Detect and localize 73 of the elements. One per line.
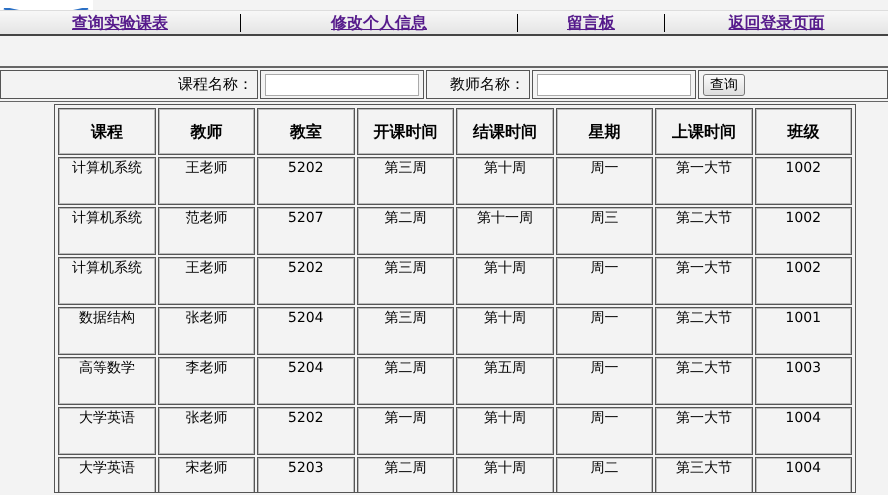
table-cell: 周一	[556, 357, 653, 405]
nav-link[interactable]: 修改个人信息	[331, 10, 427, 34]
table-cell: 计算机系统	[58, 157, 156, 205]
table-cell: 周二	[556, 457, 653, 492]
table-cell: 第十周	[456, 157, 554, 205]
nav-link[interactable]: 返回登录页面	[728, 10, 824, 34]
table-cell: 第二周	[356, 357, 454, 405]
table-cell: 高等数学	[58, 357, 156, 405]
table-cell: 第十周	[456, 457, 554, 492]
table-cell: 5202	[257, 407, 354, 455]
table-cell: 计算机系统	[58, 207, 156, 255]
table-cell: 第一大节	[655, 157, 752, 205]
nav-link[interactable]: 查询实验课表	[72, 10, 168, 34]
table-cell: 第三大节	[655, 457, 752, 492]
table-cell: 计算机系统	[58, 257, 156, 305]
table-cell: 周一	[556, 407, 653, 455]
column-header: 教师	[158, 108, 255, 155]
table-cell: 周一	[556, 307, 653, 355]
column-header: 教室	[257, 108, 354, 155]
table-cell: 5204	[257, 357, 354, 405]
table-cell: 第一大节	[655, 257, 752, 305]
table-cell: 5207	[257, 207, 354, 255]
table-cell: 张老师	[158, 407, 255, 455]
table-cell: 1001	[754, 307, 852, 355]
table-cell: 大学英语	[58, 457, 156, 492]
table-cell: 1002	[754, 207, 852, 255]
table-cell: 5202	[257, 157, 354, 205]
table-cell: 宋老师	[158, 457, 255, 492]
column-header: 结课时间	[456, 108, 554, 155]
table-cell: 第二周	[356, 457, 454, 492]
table-cell: 5204	[257, 307, 354, 355]
table-cell: 第三周	[356, 307, 454, 355]
table-cell: 第十周	[456, 407, 554, 455]
column-header: 星期	[556, 108, 653, 155]
table-cell: 第三周	[356, 257, 454, 305]
table-cell: 王老师	[158, 157, 255, 205]
table-cell: 王老师	[158, 257, 255, 305]
table-cell: 第一大节	[655, 407, 752, 455]
field-label: 教师名称：	[450, 74, 525, 96]
table-cell: 第十周	[456, 307, 554, 355]
table-cell: 第十周	[456, 257, 554, 305]
table-cell: 第二大节	[655, 307, 752, 355]
table-cell: 第一周	[356, 407, 454, 455]
table-cell: 第二周	[356, 207, 454, 255]
table-cell: 第二大节	[655, 357, 752, 405]
table-cell: 第十一周	[456, 207, 554, 255]
input-field[interactable]	[537, 74, 691, 96]
table-cell: 李老师	[158, 357, 255, 405]
table-cell: 数据结构	[58, 307, 156, 355]
field-label: 课程名称：	[178, 74, 253, 96]
table-cell: 范老师	[158, 207, 255, 255]
table-cell: 第五周	[456, 357, 554, 405]
table-cell: 1002	[754, 257, 852, 305]
table-cell: 第二大节	[655, 207, 752, 255]
input-field[interactable]	[265, 74, 419, 96]
table-cell: 周一	[556, 157, 653, 205]
nav-link[interactable]: 留言板	[567, 10, 615, 34]
column-header: 班级	[754, 108, 852, 155]
table-cell: 1004	[754, 457, 852, 492]
table-cell: 张老师	[158, 307, 255, 355]
table-cell: 1003	[754, 357, 852, 405]
table-cell: 第三周	[356, 157, 454, 205]
table-cell: 5202	[257, 257, 354, 305]
table-cell: 1004	[754, 407, 852, 455]
column-header: 课程	[58, 108, 156, 155]
table-cell: 周三	[556, 207, 653, 255]
table-cell: 大学英语	[58, 407, 156, 455]
search-button[interactable]: 查询	[703, 74, 745, 96]
column-header: 上课时间	[655, 108, 752, 155]
table-cell: 周一	[556, 257, 653, 305]
column-header: 开课时间	[356, 108, 454, 155]
table-cell: 1002	[754, 157, 852, 205]
table-cell: 5203	[257, 457, 354, 492]
